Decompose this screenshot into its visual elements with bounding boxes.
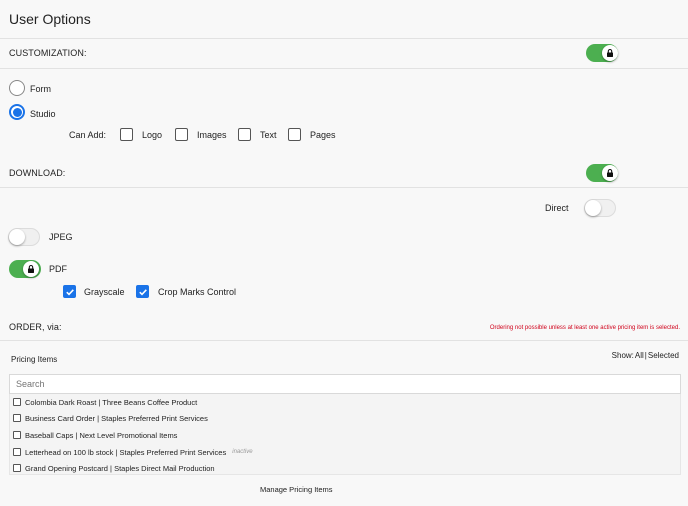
order-label: ORDER, via: — [9, 322, 62, 332]
can-add-images-checkbox[interactable] — [175, 128, 188, 141]
list-item[interactable]: Letterhead on 100 lb stock | Staples Pre… — [10, 444, 680, 460]
divider — [0, 187, 688, 188]
show-label: Show: — [611, 351, 634, 360]
can-add-text-label: Text — [260, 130, 277, 140]
can-add-pages-checkbox[interactable] — [288, 128, 301, 141]
lock-icon — [602, 165, 618, 181]
list-item[interactable]: Business Card Order | Staples Preferred … — [10, 410, 680, 426]
divider — [0, 340, 688, 341]
customization-toggle[interactable] — [586, 44, 618, 62]
list-item-checkbox[interactable] — [13, 464, 21, 472]
page-title: User Options — [9, 11, 91, 27]
show-filter: Show: All | Selected — [612, 351, 679, 360]
lock-icon — [23, 261, 39, 277]
list-item-checkbox[interactable] — [13, 414, 21, 422]
grayscale-checkbox[interactable] — [63, 285, 76, 298]
crop-marks-checkbox[interactable] — [136, 285, 149, 298]
radio-studio[interactable] — [9, 104, 25, 120]
list-item-checkbox[interactable] — [13, 398, 21, 406]
can-add-logo-label: Logo — [142, 130, 163, 140]
download-toggle[interactable] — [586, 164, 618, 182]
pricing-items-label: Pricing Items — [11, 355, 58, 364]
can-add-images-label: Images — [197, 130, 227, 140]
list-item-name: Letterhead on 100 lb stock | Staples Pre… — [25, 447, 227, 457]
can-add-label: Can Add: — [69, 130, 107, 140]
list-item-name: Baseball Caps | Next Level Promotional I… — [25, 430, 178, 440]
radio-studio-label: Studio — [30, 109, 56, 119]
pdf-label: PDF — [49, 264, 67, 274]
show-all-link[interactable]: All — [635, 351, 644, 360]
list-item-checkbox[interactable] — [13, 448, 21, 456]
manage-pricing-items-link[interactable]: Manage Pricing Items — [260, 485, 333, 494]
search-input[interactable] — [9, 374, 681, 394]
divider — [0, 38, 688, 39]
lock-icon — [602, 45, 618, 61]
pricing-items-list: Colombia Dark Roast | Three Beans Coffee… — [9, 394, 681, 475]
list-item[interactable]: Grand Opening Postcard | Staples Direct … — [10, 460, 680, 476]
check-icon — [138, 288, 147, 296]
direct-toggle[interactable] — [584, 199, 616, 217]
divider — [0, 68, 688, 69]
list-item[interactable]: Colombia Dark Roast | Three Beans Coffee… — [10, 394, 680, 410]
download-label: DOWNLOAD: — [9, 168, 66, 178]
radio-form[interactable] — [9, 80, 25, 96]
list-item-name: Grand Opening Postcard | Staples Direct … — [25, 463, 215, 473]
show-separator: | — [644, 351, 647, 360]
customization-label: CUSTOMIZATION: — [9, 48, 87, 58]
pdf-toggle[interactable] — [9, 260, 41, 278]
list-item[interactable]: Baseball Caps | Next Level Promotional I… — [10, 427, 680, 443]
can-add-text-checkbox[interactable] — [238, 128, 251, 141]
crop-marks-label: Crop Marks Control — [158, 287, 237, 297]
toggle-knob — [9, 229, 25, 245]
can-add-pages-label: Pages — [310, 130, 336, 140]
show-selected-link[interactable]: Selected — [648, 351, 679, 360]
can-add-logo-checkbox[interactable] — [120, 128, 133, 141]
toggle-knob — [585, 200, 601, 216]
jpeg-toggle[interactable] — [8, 228, 40, 246]
direct-label: Direct — [545, 203, 569, 213]
list-item-checkbox[interactable] — [13, 431, 21, 439]
list-item-name: Colombia Dark Roast | Three Beans Coffee… — [25, 397, 198, 407]
radio-form-label: Form — [30, 84, 51, 94]
list-item-name: Business Card Order | Staples Preferred … — [25, 413, 208, 423]
jpeg-label: JPEG — [49, 232, 73, 242]
order-warning: Ordering not possible unless at least on… — [489, 325, 680, 331]
inactive-badge: inactive — [232, 449, 253, 455]
grayscale-label: Grayscale — [84, 287, 125, 297]
check-icon — [65, 288, 74, 296]
